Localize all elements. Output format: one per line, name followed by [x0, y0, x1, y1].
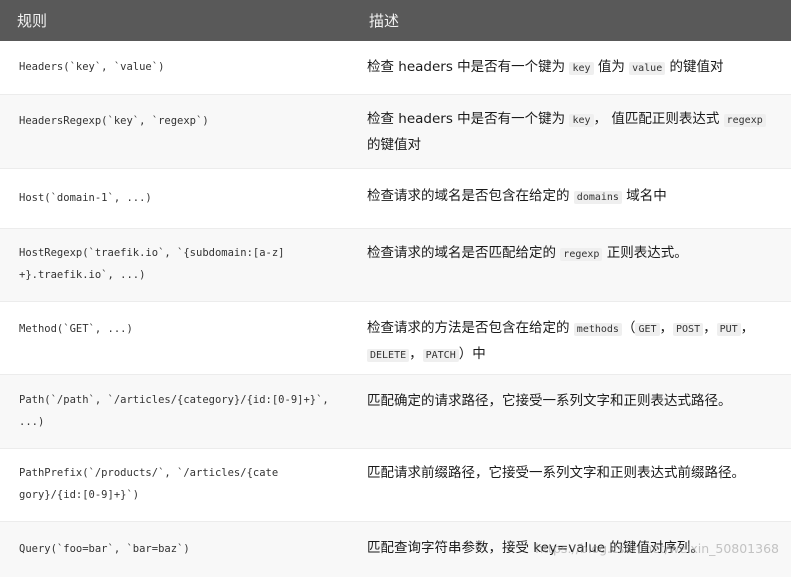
- description-text: 匹配确定的请求路径，它接受一系列文字和正则表达式路径。: [367, 393, 732, 409]
- inline-code: PATCH: [422, 349, 459, 362]
- description-text: ，: [740, 320, 755, 336]
- description-cell: 检查请求的域名是否匹配给定的 regexp 正则表达式。: [367, 241, 767, 267]
- description-text: 域名中: [621, 188, 667, 204]
- inline-code: value: [629, 62, 666, 75]
- table-row: Path(`/path`, `/articles/{category}/{id:…: [0, 375, 791, 449]
- table-row: Host(`domain-1`, ...) 检查请求的域名是否包含在给定的 do…: [0, 169, 791, 229]
- rule-cell: Query(`foo=bar`, `bar=baz`): [19, 543, 190, 555]
- inline-code: key: [569, 62, 594, 75]
- description-text: 检查 headers 中是否有一个键为: [367, 59, 570, 75]
- inline-code: DELETE: [367, 349, 410, 362]
- description-text: 检查 headers 中是否有一个键为: [367, 111, 570, 127]
- rule-cell: Method(`GET`, ...): [19, 323, 133, 335]
- description-text: ，: [409, 346, 423, 362]
- description-text: 值为: [593, 59, 630, 75]
- inline-code: POST: [673, 323, 704, 336]
- rule-cell: PathPrefix(`/products/`, `/articles/{cat…: [19, 467, 279, 501]
- table-row: Headers(`key`, `value`) 检查 headers 中是否有一…: [0, 41, 791, 95]
- description-cell: 检查 headers 中是否有一个键为 key 值为 value 的键值对: [367, 55, 767, 81]
- inline-code: methods: [573, 323, 622, 336]
- description-text: 检查请求的域名是否包含在给定的: [367, 188, 574, 204]
- rule-cell: Path(`/path`, `/articles/{category}/{id:…: [19, 394, 329, 428]
- description-text: ）中: [458, 346, 486, 362]
- rule-cell: HeadersRegexp(`key`, `regexp`): [19, 115, 209, 127]
- rule-cell: Headers(`key`, `value`): [19, 61, 165, 73]
- watermark: https://blog.csdn.net/weixin_50801368: [535, 541, 779, 556]
- description-cell: 检查 headers 中是否有一个键为 key， 值匹配正则表达式 regexp…: [367, 107, 767, 158]
- rule-cell: HostRegexp(`traefik.io`, `{subdomain:[a-…: [19, 247, 285, 281]
- description-text: ，: [703, 320, 717, 336]
- header-description: 描述: [369, 12, 400, 30]
- description-cell: 检查请求的域名是否包含在给定的 domains 域名中: [367, 184, 767, 210]
- description-text: 匹配请求前缀路径，它接受一系列文字和正则表达式前缀路径。: [367, 465, 745, 481]
- table-row: HeadersRegexp(`key`, `regexp`) 检查 header…: [0, 95, 791, 169]
- description-text: 的键值对: [367, 137, 421, 153]
- rule-cell: Host(`domain-1`, ...): [19, 192, 152, 204]
- description-cell: 匹配确定的请求路径，它接受一系列文字和正则表达式路径。: [367, 389, 767, 414]
- inline-code: domains: [573, 191, 622, 204]
- inline-code: GET: [635, 323, 660, 336]
- description-text: ， 值匹配正则表达式: [593, 111, 724, 127]
- table-header: 规则 描述: [0, 0, 791, 41]
- table-row: HostRegexp(`traefik.io`, `{subdomain:[a-…: [0, 229, 791, 302]
- inline-code: regexp: [723, 114, 766, 127]
- description-text: ，: [659, 320, 674, 336]
- description-text: （: [621, 320, 636, 336]
- description-text: 的键值对: [665, 59, 724, 75]
- header-rule: 规则: [17, 12, 48, 30]
- description-cell: 匹配请求前缀路径，它接受一系列文字和正则表达式前缀路径。: [367, 461, 762, 486]
- table-row: Method(`GET`, ...) 检查请求的方法是否包含在给定的 metho…: [0, 302, 791, 375]
- description-text: 正则表达式。: [602, 245, 688, 261]
- inline-code: regexp: [560, 248, 603, 261]
- inline-code: PUT: [716, 323, 741, 336]
- table-row: PathPrefix(`/products/`, `/articles/{cat…: [0, 449, 791, 522]
- description-text: 检查请求的域名是否匹配给定的: [367, 245, 561, 261]
- inline-code: key: [569, 114, 594, 127]
- rules-table: 规则 描述 Headers(`key`, `value`) 检查 headers…: [0, 0, 791, 577]
- description-cell: 检查请求的方法是否包含在给定的 methods （GET， POST， PUT ，DEL…: [367, 316, 762, 368]
- description-text: 检查请求的方法是否包含在给定的: [367, 320, 574, 336]
